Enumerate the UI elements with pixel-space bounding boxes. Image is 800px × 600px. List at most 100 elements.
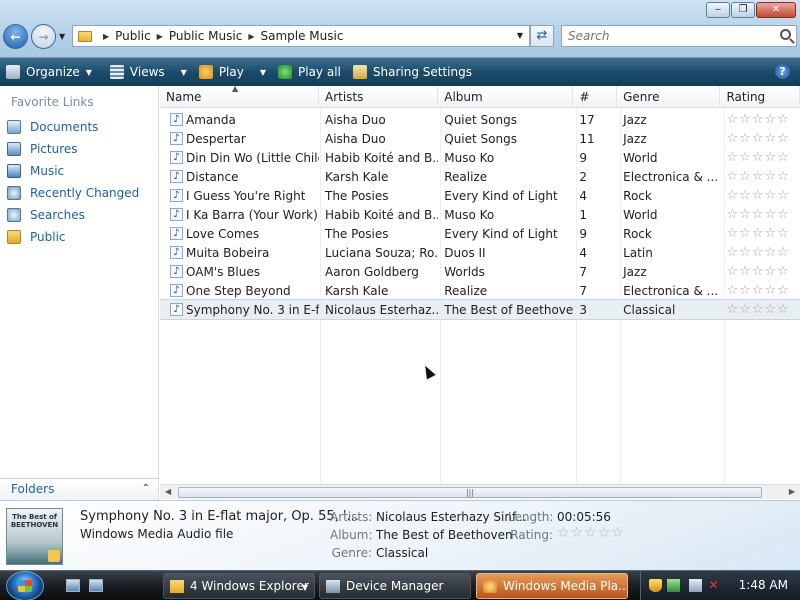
row-rating-stars[interactable]: ☆☆☆☆☆ <box>720 226 800 241</box>
recent-pages-dropdown[interactable]: ▼ <box>59 32 65 41</box>
table-row[interactable]: ♪ Symphony No. 3 in E-f... Nicolaus Esterh… <box>160 299 800 320</box>
column-header-artists[interactable]: Artists <box>319 86 439 108</box>
folders-toggle[interactable]: Folders ⌃ <box>0 478 159 500</box>
row-rating-stars[interactable]: ☆☆☆☆☆ <box>720 112 800 127</box>
breadcrumb-public[interactable]: Public <box>115 29 151 43</box>
sidebar-item-music[interactable]: Music <box>0 160 158 182</box>
sidebar-item-label: Music <box>30 164 65 178</box>
genre-value[interactable]: Classical <box>376 546 428 560</box>
row-track-number: 11 <box>579 131 595 146</box>
album-art: The Best of BEETHOVEN <box>6 508 63 565</box>
sharing-settings-button[interactable]: Sharing Settings <box>347 58 478 86</box>
back-button[interactable]: ← <box>3 24 28 49</box>
row-rating-stars[interactable]: ☆☆☆☆☆ <box>720 264 800 279</box>
show-desktop-icon[interactable] <box>66 579 80 592</box>
table-row[interactable]: ♪ One Step Beyond Karsh Kale Realize 7 Electr… <box>160 281 800 300</box>
row-track-number: 7 <box>579 264 588 279</box>
network-icon[interactable] <box>689 579 702 592</box>
row-track-number: 17 <box>579 112 595 127</box>
sidebar-item-public[interactable]: Public <box>0 226 158 248</box>
row-rating-stars[interactable]: ☆☆☆☆☆ <box>720 169 800 184</box>
row-album: Realize <box>444 169 488 184</box>
chevron-right-icon[interactable]: ▶ <box>248 32 254 41</box>
start-button[interactable] <box>6 571 44 600</box>
breadcrumb-sample-music[interactable]: Sample Music <box>260 29 343 43</box>
sidebar-item-searches[interactable]: Searches <box>0 204 158 226</box>
forward-button[interactable]: → <box>31 24 56 49</box>
artists-value[interactable]: Nicolaus Esterhazy Sinf... <box>376 510 527 524</box>
switch-windows-icon[interactable] <box>89 579 103 592</box>
address-dropdown-icon[interactable]: ▼ <box>517 31 523 40</box>
play-overlay-icon[interactable] <box>48 550 60 562</box>
column-header-album[interactable]: Album <box>438 86 574 108</box>
sidebar-item-pictures[interactable]: Pictures <box>0 138 158 160</box>
column-header-label: # <box>579 90 590 104</box>
row-name-cell: ♪ Distance <box>160 170 319 184</box>
security-shield-icon[interactable] <box>649 579 662 592</box>
chevron-down-icon: ▼ <box>301 583 308 592</box>
play-all-button[interactable]: Play all <box>272 58 347 86</box>
table-row[interactable]: ♪ I Ka Barra (Your Work) Habib Koité and B… <box>160 205 800 224</box>
maximize-button[interactable]: ❐ <box>731 2 755 18</box>
row-name-cell: ♪ One Step Beyond <box>160 284 319 298</box>
taskbar-windows-explorer[interactable]: 4 Windows Explorer ▼ <box>163 573 315 599</box>
row-rating-stars[interactable]: ☆☆☆☆☆ <box>720 302 800 317</box>
row-genre: Classical <box>623 302 676 317</box>
row-name-cell: ♪ OAM's Blues <box>160 265 319 279</box>
scroll-left-icon[interactable]: ◀ <box>165 487 171 496</box>
clock[interactable]: 1:48 AM <box>739 578 788 592</box>
column-header-name[interactable]: ▲ Name <box>160 86 319 108</box>
search-icon[interactable] <box>780 29 791 40</box>
breadcrumb-public-music[interactable]: Public Music <box>169 29 242 43</box>
row-rating-stars[interactable]: ☆☆☆☆☆ <box>720 150 800 165</box>
music-file-icon: ♪ <box>170 208 183 221</box>
table-row[interactable]: ♪ Distance Karsh Kale Realize 2 Electronica &… <box>160 167 800 186</box>
rating-stars[interactable]: ☆☆☆☆☆ <box>557 525 625 541</box>
scrollbar-thumb[interactable]: ||| <box>178 487 762 498</box>
table-row[interactable]: ♪ I Guess You're Right The Posies Every Kin… <box>160 186 800 205</box>
sidebar-item-recently-changed[interactable]: Recently Changed <box>0 182 158 204</box>
column-header-genre[interactable]: Genre <box>617 86 721 108</box>
search-input[interactable] <box>562 26 772 46</box>
help-icon[interactable]: ? <box>775 64 790 79</box>
network-status-icon[interactable] <box>667 579 680 592</box>
row-rating-stars[interactable]: ☆☆☆☆☆ <box>720 207 800 222</box>
table-row[interactable]: ♪ Despertar Aisha Duo Quiet Songs 11 Jazz ☆☆☆☆… <box>160 129 800 148</box>
horizontal-scrollbar[interactable]: ◀ ||| ▶ <box>160 484 800 499</box>
taskbar-windows-media-player[interactable]: Windows Media Pla... <box>476 573 628 599</box>
task-label: 4 Windows Explorer <box>190 579 309 593</box>
close-button[interactable]: ✕ <box>756 2 796 18</box>
sort-ascending-icon: ▲ <box>232 86 239 93</box>
rating-label: Rating: <box>510 528 553 542</box>
scroll-right-icon[interactable]: ▶ <box>789 487 795 496</box>
sidebar-item-documents[interactable]: Documents <box>0 116 158 138</box>
column-header-track-number[interactable]: # <box>573 86 618 108</box>
row-rating-stars[interactable]: ☆☆☆☆☆ <box>720 245 800 260</box>
album-value[interactable]: The Best of Beethoven <box>376 528 513 542</box>
table-row[interactable]: ♪ Muita Bobeira Luciana Souza; Ro... Duos I… <box>160 243 800 262</box>
row-rating-stars[interactable]: ☆☆☆☆☆ <box>720 131 800 146</box>
table-row[interactable]: ♪ OAM's Blues Aaron Goldberg Worlds 7 Jazz ☆☆☆… <box>160 262 800 281</box>
volume-muted-icon[interactable]: ✕ <box>707 579 720 592</box>
taskbar-device-manager[interactable]: Device Manager <box>319 573 471 599</box>
views-button[interactable]: Views ▼ <box>104 58 193 86</box>
search-box[interactable] <box>561 25 797 47</box>
genre-label: Genre: <box>331 546 372 560</box>
row-rating-stars[interactable]: ☆☆☆☆☆ <box>720 188 800 203</box>
file-list: ▲ Name Artists Album # Genre Rating ♪ Aman… <box>160 86 800 486</box>
column-header-rating[interactable]: Rating <box>720 86 800 108</box>
row-track-number: 3 <box>579 302 588 317</box>
artists-label: Artists: <box>330 510 373 524</box>
minimize-button[interactable]: ‒ <box>706 2 730 18</box>
music-file-icon: ♪ <box>170 113 183 126</box>
address-bar[interactable]: ▶ Public ▶ Public Music ▶ Sample Music ▼ <box>72 25 530 47</box>
table-row[interactable]: ♪ Amanda Aisha Duo Quiet Songs 17 Jazz ☆☆☆☆☆ <box>160 110 800 129</box>
row-rating-stars[interactable]: ☆☆☆☆☆ <box>720 283 800 298</box>
chevron-right-icon[interactable]: ▶ <box>157 32 163 41</box>
play-button[interactable]: Play ▼ <box>193 58 272 86</box>
table-row[interactable]: ♪ Love Comes The Posies Every Kind of Light… <box>160 224 800 243</box>
refresh-button[interactable]: ⇄ <box>530 25 554 47</box>
chevron-right-icon[interactable]: ▶ <box>103 32 109 41</box>
table-row[interactable]: ♪ Din Din Wo (Little Child) Habib Koité an… <box>160 148 800 167</box>
organize-button[interactable]: Organize ▼ <box>0 58 98 86</box>
